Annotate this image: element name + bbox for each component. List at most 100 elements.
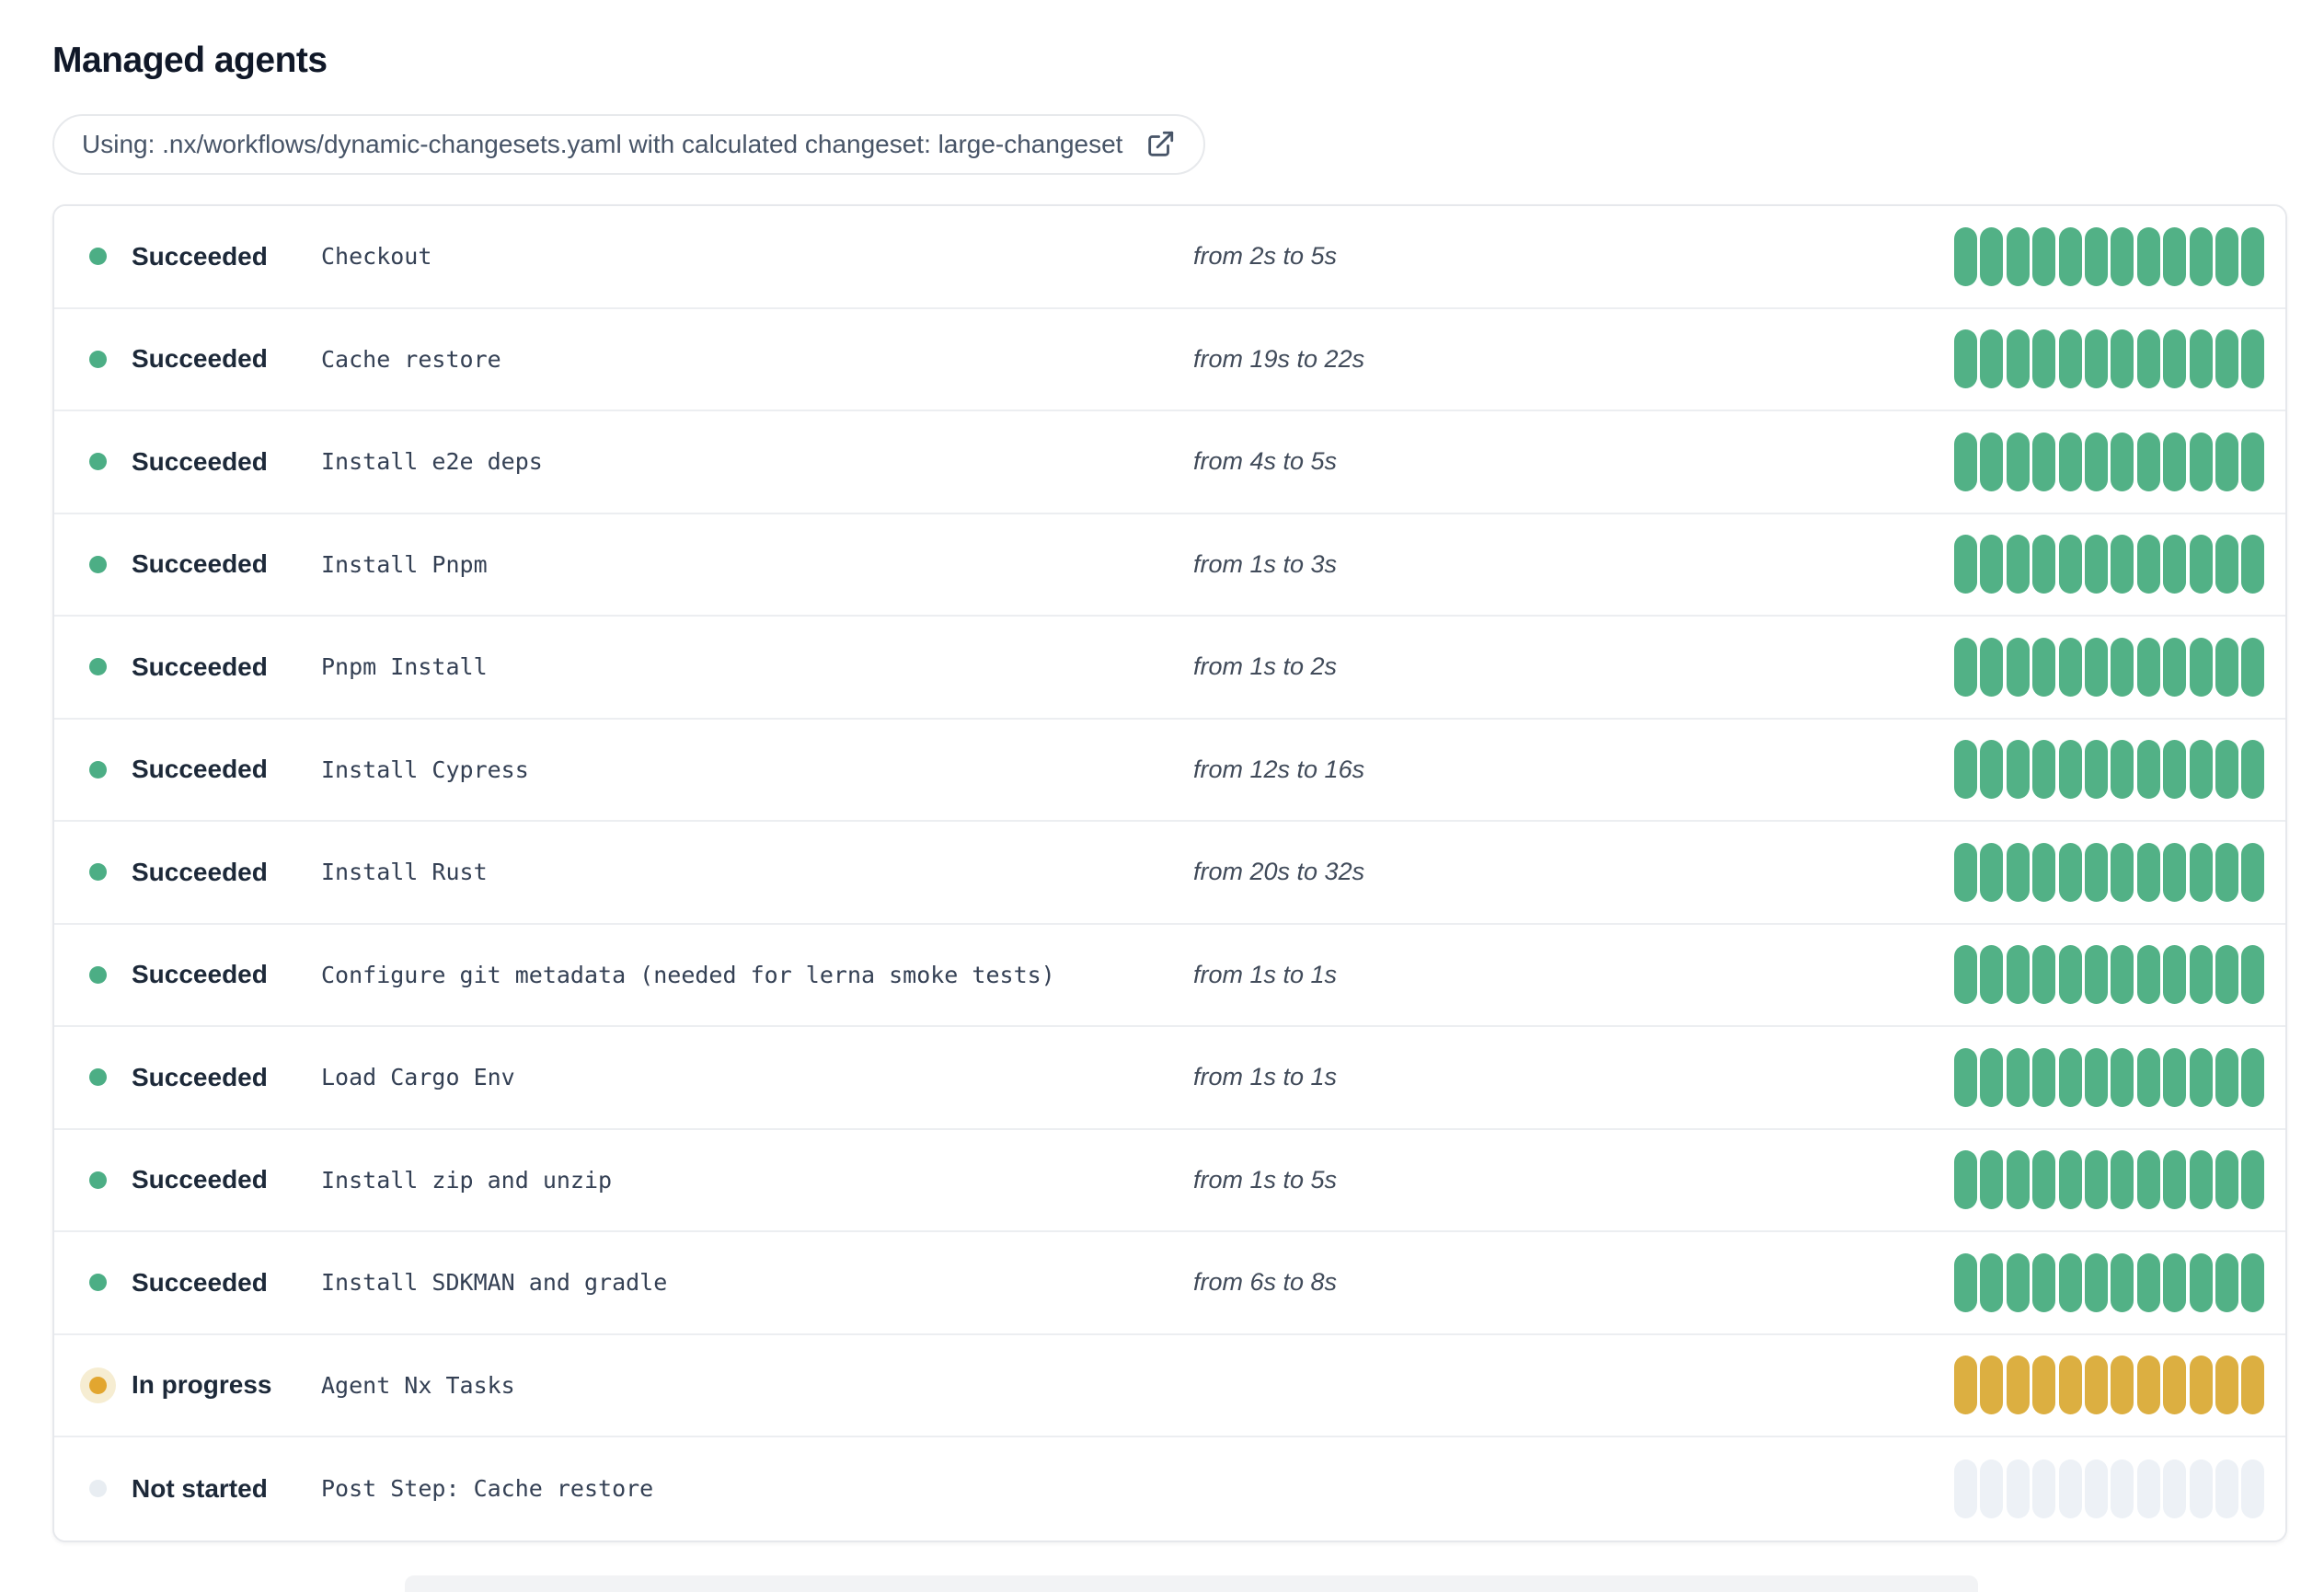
step-row[interactable]: Not started Post Step: Cache restore [54, 1437, 2285, 1540]
agent-segment[interactable] [2058, 740, 2082, 800]
agent-segment[interactable] [2111, 535, 2134, 594]
agent-segment[interactable] [2136, 1356, 2160, 1415]
agent-segment[interactable] [2163, 1047, 2187, 1107]
agent-segment[interactable] [2032, 637, 2056, 697]
step-row[interactable]: Succeeded Install zip and unzip from 1s … [54, 1129, 2285, 1232]
agent-segment[interactable] [2006, 432, 2030, 491]
agent-segment[interactable] [2084, 226, 2108, 286]
agent-segment[interactable] [2241, 1459, 2265, 1518]
agent-segment[interactable] [2189, 740, 2213, 800]
agent-segment[interactable] [2032, 329, 2056, 389]
agent-segment[interactable] [2241, 1356, 2265, 1415]
agent-segment[interactable] [1980, 1150, 2004, 1210]
agent-segment[interactable] [2058, 329, 2082, 389]
agent-segment[interactable] [1980, 637, 2004, 697]
agent-segment[interactable] [2084, 329, 2108, 389]
agent-segment[interactable] [2084, 1252, 2108, 1312]
agent-segment[interactable] [2136, 637, 2160, 697]
agent-segment[interactable] [2241, 740, 2265, 800]
agent-segment[interactable] [2189, 1459, 2213, 1518]
agent-segment[interactable] [2189, 535, 2213, 594]
agent-segment[interactable] [2163, 1252, 2187, 1312]
agent-segment[interactable] [2136, 1252, 2160, 1312]
agent-segment[interactable] [2241, 535, 2265, 594]
agent-segment[interactable] [2163, 226, 2187, 286]
agent-segment[interactable] [1954, 842, 1977, 902]
agent-segment[interactable] [2215, 1047, 2238, 1107]
agent-segment[interactable] [2136, 945, 2160, 1005]
agent-segment[interactable] [1954, 945, 1977, 1005]
agent-segment[interactable] [2111, 226, 2134, 286]
agent-segment[interactable] [2058, 842, 2082, 902]
agent-segment[interactable] [1980, 1047, 2004, 1107]
agent-segment[interactable] [2032, 842, 2056, 902]
agent-segment[interactable] [1954, 637, 1977, 697]
agent-segment[interactable] [2084, 945, 2108, 1005]
agent-segment[interactable] [2084, 1459, 2108, 1518]
agent-segment[interactable] [2136, 1459, 2160, 1518]
step-row[interactable]: Succeeded Checkout from 2s to 5s [54, 206, 2285, 309]
step-row[interactable]: Succeeded Install Pnpm from 1s to 3s [54, 513, 2285, 617]
agent-segment[interactable] [2084, 1047, 2108, 1107]
agent-segment[interactable] [2189, 1047, 2213, 1107]
agent-segment[interactable] [2111, 1150, 2134, 1210]
agent-segment[interactable] [2241, 1252, 2265, 1312]
agent-segment[interactable] [2136, 1150, 2160, 1210]
agent-segment[interactable] [2189, 842, 2213, 902]
agent-segment[interactable] [2163, 1150, 2187, 1210]
agent-segment[interactable] [2058, 1150, 2082, 1210]
step-row[interactable]: Succeeded Install Rust from 20s to 32s [54, 822, 2285, 925]
agent-segment[interactable] [2084, 740, 2108, 800]
agent-segment[interactable] [2215, 535, 2238, 594]
step-row[interactable]: Succeeded Install SDKMAN and gradle from… [54, 1232, 2285, 1335]
agent-segment[interactable] [2241, 432, 2265, 491]
step-row[interactable]: Succeeded Load Cargo Env from 1s to 1s [54, 1027, 2285, 1130]
agent-segment[interactable] [2058, 432, 2082, 491]
agent-segment[interactable] [2111, 1356, 2134, 1415]
step-row[interactable]: Succeeded Cache restore from 19s to 22s [54, 308, 2285, 411]
agent-segment[interactable] [2084, 637, 2108, 697]
agent-segment[interactable] [1980, 1459, 2004, 1518]
agent-segment[interactable] [1980, 1356, 2004, 1415]
agent-segment[interactable] [2058, 226, 2082, 286]
agent-segment[interactable] [2215, 740, 2238, 800]
agent-segment[interactable] [2189, 432, 2213, 491]
agent-segment[interactable] [2032, 1459, 2056, 1518]
agent-segment[interactable] [2163, 637, 2187, 697]
agent-segment[interactable] [1954, 1252, 1977, 1312]
agent-segment[interactable] [1954, 1356, 1977, 1415]
agent-segment[interactable] [2189, 945, 2213, 1005]
agent-segment[interactable] [1954, 329, 1977, 389]
agent-segment[interactable] [2215, 842, 2238, 902]
agent-segment[interactable] [1954, 432, 1977, 491]
agent-segment[interactable] [2006, 535, 2030, 594]
agent-segment[interactable] [2111, 1459, 2134, 1518]
agent-segment[interactable] [2111, 1252, 2134, 1312]
step-row[interactable]: Succeeded Configure git metadata (needed… [54, 924, 2285, 1027]
agent-segment[interactable] [2032, 740, 2056, 800]
agent-segment[interactable] [1954, 1459, 1977, 1518]
agent-segment[interactable] [1980, 226, 2004, 286]
agent-segment[interactable] [2032, 226, 2056, 286]
agent-segment[interactable] [2163, 329, 2187, 389]
agent-segment[interactable] [2006, 842, 2030, 902]
agent-segment[interactable] [2136, 432, 2160, 491]
agent-segment[interactable] [2111, 432, 2134, 491]
agent-segment[interactable] [2189, 1150, 2213, 1210]
agent-segment[interactable] [2136, 1047, 2160, 1107]
agent-segment[interactable] [2058, 1356, 2082, 1415]
agent-segment[interactable] [2084, 842, 2108, 902]
agent-segment[interactable] [2136, 740, 2160, 800]
agent-segment[interactable] [2032, 1252, 2056, 1312]
agent-segment[interactable] [2163, 1356, 2187, 1415]
agent-segment[interactable] [2163, 842, 2187, 902]
agent-segment[interactable] [2032, 432, 2056, 491]
step-row[interactable]: Succeeded Install Cypress from 12s to 16… [54, 719, 2285, 822]
agent-segment[interactable] [2084, 432, 2108, 491]
agent-segment[interactable] [2006, 226, 2030, 286]
step-row[interactable]: In progress Agent Nx Tasks [54, 1334, 2285, 1437]
agent-segment[interactable] [2163, 535, 2187, 594]
agent-segment[interactable] [2006, 329, 2030, 389]
agent-segment[interactable] [2215, 1356, 2238, 1415]
agent-segment[interactable] [2006, 637, 2030, 697]
